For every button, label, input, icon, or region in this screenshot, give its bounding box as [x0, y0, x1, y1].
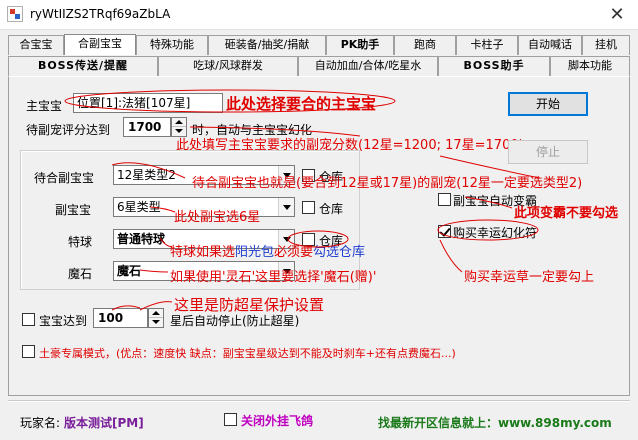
footer-separator: [8, 400, 630, 402]
close-plugin-label: 关闭外挂飞鸽: [241, 414, 314, 428]
annotation-strokes: [64, 89, 541, 311]
player-label: 玩家名:: [20, 416, 61, 430]
news-link[interactable]: 找最新开区信息就上：www.898my.com: [378, 414, 612, 431]
player-value: 版本测试[PM]: [64, 416, 144, 430]
close-plugin-checkbox[interactable]: [224, 413, 237, 426]
